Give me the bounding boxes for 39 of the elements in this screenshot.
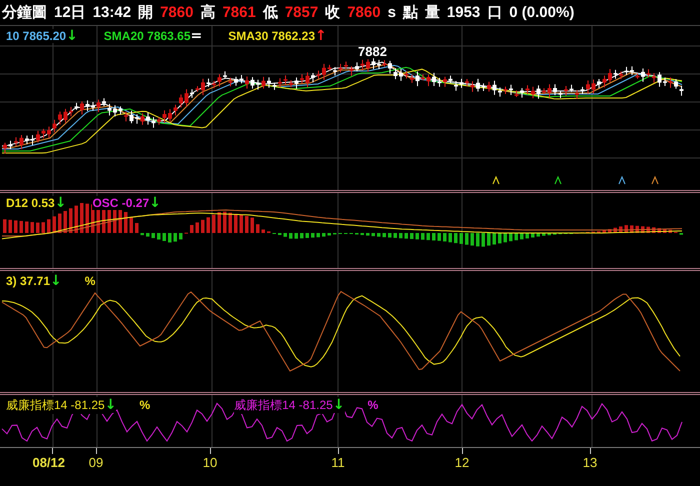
signal-marker-icon <box>652 176 658 184</box>
indicator-value: SMA20 7863.65 <box>104 29 191 43</box>
signal-marker-icon <box>618 176 626 184</box>
header-label: 分鐘圖 <box>2 3 47 22</box>
unit-label: % <box>368 398 378 412</box>
signal-marker-icon <box>554 176 562 184</box>
peak-price-label: 7882 <box>358 44 387 59</box>
date-axis-label: 08/12 <box>32 455 66 470</box>
price-value: 7857 <box>284 4 318 21</box>
header-label: 13:42 <box>92 4 132 21</box>
header-label: 1953 <box>446 4 480 21</box>
header-label: s <box>388 4 396 21</box>
indicator-value: 威廉指標14 -81.25 <box>6 397 105 414</box>
header-label: 開 <box>138 3 154 22</box>
price-value: 7860 <box>347 4 381 21</box>
date-axis-label: 13 <box>582 455 598 470</box>
date-axis-label: 11 <box>331 455 345 470</box>
indicator-value: OSC -0.27 <box>92 196 150 210</box>
date-axis-label: 10 <box>202 455 218 470</box>
indicator-value: 威廉指標14 -81.25 <box>234 397 333 414</box>
indicator-value: 3) 37.71 <box>6 274 50 288</box>
header-label: 0 (0.00%) <box>509 4 574 21</box>
indicator-value: D12 0.53 <box>6 196 55 210</box>
header-label: 量 <box>424 3 440 22</box>
header-label: 低 <box>262 3 278 22</box>
price-value: 7860 <box>160 4 194 21</box>
indicator-value: 10 7865.20 <box>6 29 66 43</box>
unit-label: % <box>139 398 150 412</box>
header-label: 收 <box>325 3 340 22</box>
header-label: 高 <box>200 3 216 22</box>
header-label: 點 <box>402 3 418 22</box>
date-axis-label: 12 <box>454 455 470 470</box>
header-label: 12日 <box>54 3 86 22</box>
date-axis-label: 09 <box>88 455 104 470</box>
indicator-value: SMA30 7862.23 <box>228 29 315 43</box>
price-value: 7861 <box>222 4 256 21</box>
signal-marker-icon <box>492 176 500 184</box>
unit-label: % <box>84 274 96 288</box>
header-label: 口 <box>487 3 502 22</box>
